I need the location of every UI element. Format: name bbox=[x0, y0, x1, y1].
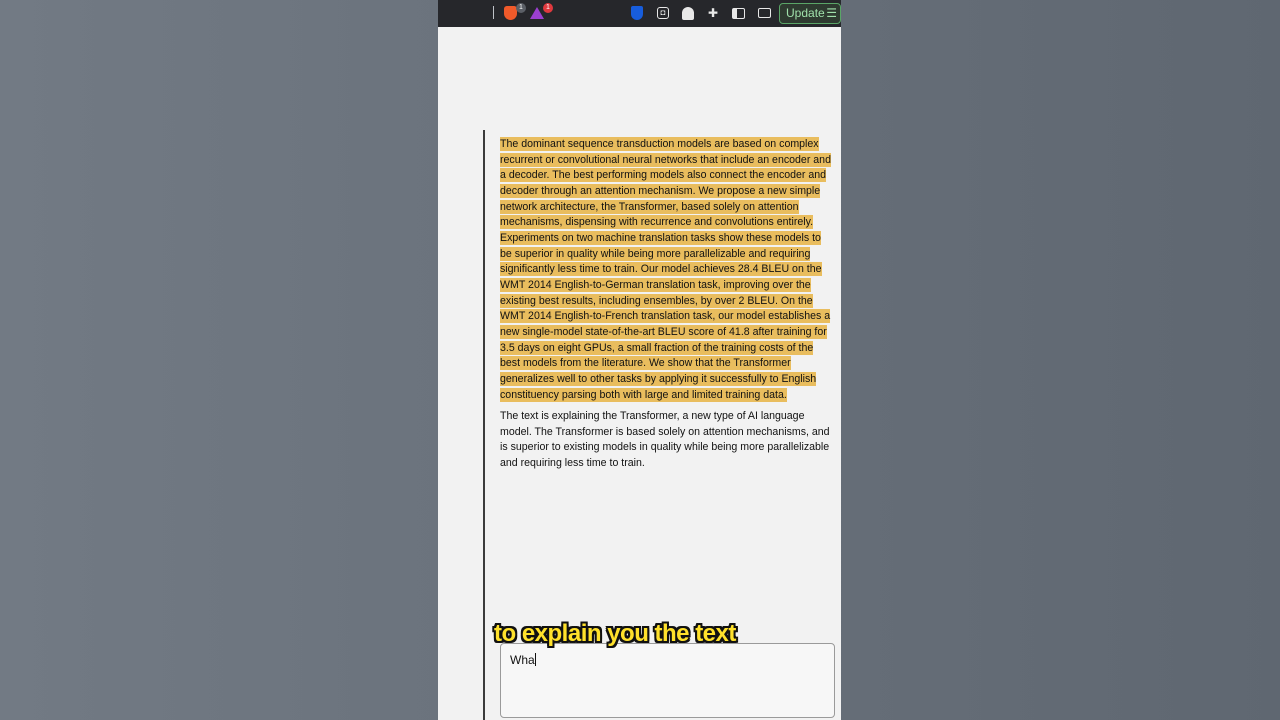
puzzle-icon[interactable]: ✚ bbox=[705, 5, 721, 21]
browser-window: 1 1 ◘ ✚ Update ☰ The dominant sequence t… bbox=[438, 0, 841, 720]
video-caption: to explain you the text bbox=[494, 620, 736, 647]
ghost-icon[interactable] bbox=[680, 5, 696, 21]
brave-shield-icon[interactable]: 1 bbox=[502, 3, 526, 21]
highlighted-abstract-text: The dominant sequence transduction model… bbox=[500, 137, 831, 402]
update-button[interactable]: Update ☰ bbox=[779, 3, 841, 24]
brave-shield-badge: 1 bbox=[516, 3, 526, 13]
prompt-input-value: Wha bbox=[510, 653, 535, 667]
sidebar-icon[interactable] bbox=[730, 5, 746, 21]
menu-icon[interactable]: ☰ bbox=[826, 4, 837, 23]
toolbar-separator bbox=[493, 6, 494, 19]
ai-explanation: The text is explaining the Transformer, … bbox=[500, 410, 830, 470]
browser-toolbar: 1 1 ◘ ✚ Update ☰ bbox=[438, 0, 841, 27]
bitwarden-icon[interactable] bbox=[629, 5, 645, 21]
highlighted-abstract: The dominant sequence transduction model… bbox=[500, 137, 834, 403]
wallet-icon[interactable] bbox=[756, 5, 772, 21]
text-caret bbox=[534, 653, 536, 666]
brave-rewards-badge: 1 bbox=[543, 3, 553, 13]
prompt-input[interactable]: Wha bbox=[500, 643, 835, 718]
update-button-label: Update bbox=[786, 6, 825, 20]
mask-icon[interactable]: ◘ bbox=[655, 5, 671, 21]
document-content: The dominant sequence transduction model… bbox=[500, 137, 834, 472]
brave-rewards-icon[interactable]: 1 bbox=[529, 3, 553, 21]
content-divider bbox=[483, 130, 485, 720]
